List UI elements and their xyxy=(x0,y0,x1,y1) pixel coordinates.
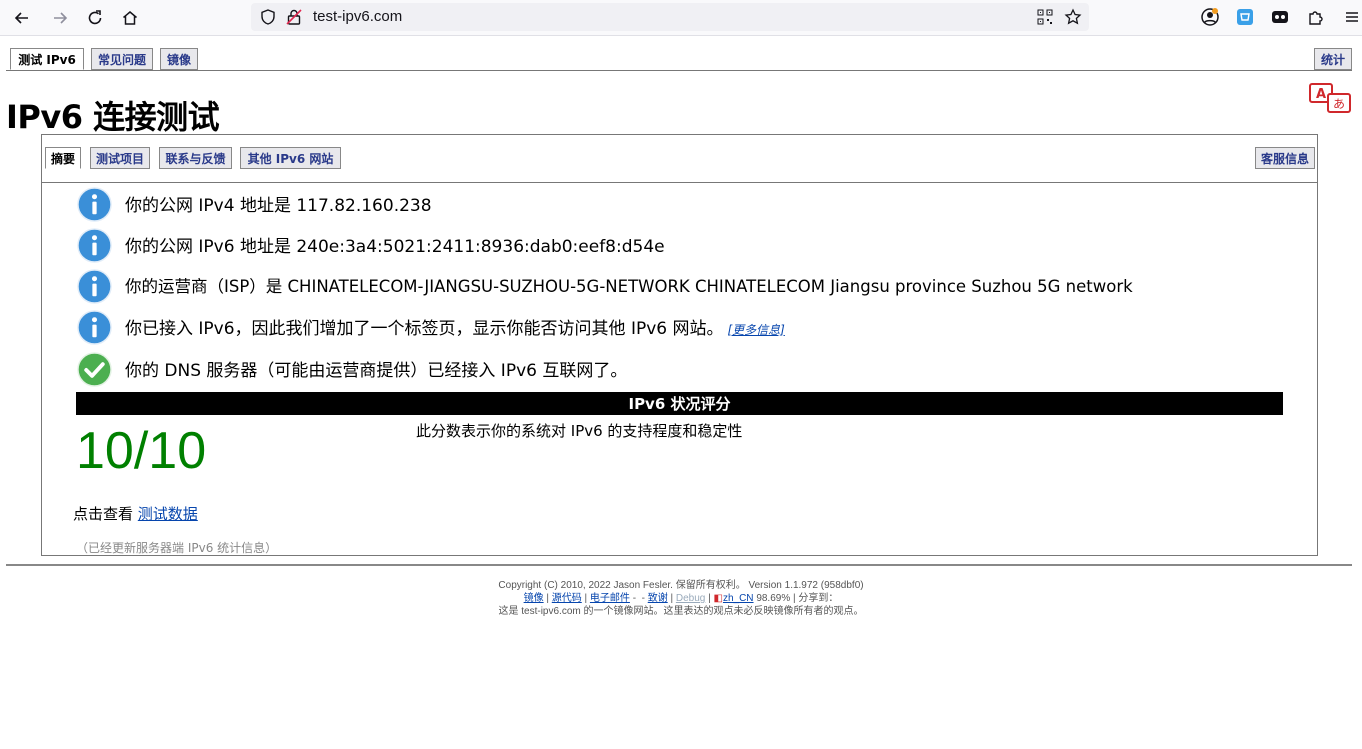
bookmark-star-icon[interactable] xyxy=(1064,8,1082,26)
top-tabs-divider xyxy=(6,70,1352,71)
back-button[interactable] xyxy=(9,5,35,31)
subtabs-divider xyxy=(42,182,1317,183)
info-text: 你已接入 IPv6，因此我们增加了一个标签页，显示你能否访问其他 IPv6 网站… xyxy=(125,319,724,339)
info-icon xyxy=(77,187,112,222)
info-icon xyxy=(77,310,112,345)
tab-stats[interactable]: 统计 xyxy=(1314,48,1352,70)
menu-button[interactable] xyxy=(1340,5,1362,29)
insecure-lock-icon[interactable] xyxy=(285,8,303,26)
check-icon xyxy=(77,352,112,387)
info-text: 你的公网 IPv6 地址是 240e:3a4:5021:2411:8936:da… xyxy=(125,237,665,257)
footer-mirror-note: 这是 test-ipv6.com 的一个镜像网站。这里表达的观点未必反映镜像所有… xyxy=(498,606,864,617)
url-text[interactable]: test-ipv6.com xyxy=(313,8,402,25)
page-title: IPv6 连接测试 xyxy=(6,98,220,136)
footer-divider xyxy=(6,564,1352,566)
qr-code-icon[interactable] xyxy=(1036,8,1054,26)
shopping-extension-icon xyxy=(1237,9,1253,25)
home-icon xyxy=(123,11,137,25)
subtab-contact[interactable]: 联系与反馈 xyxy=(159,147,232,169)
home-button[interactable] xyxy=(117,5,143,31)
puzzle-icon xyxy=(1309,11,1323,25)
extensions-button[interactable] xyxy=(1304,5,1328,29)
account-icon xyxy=(1201,8,1219,26)
extension-shopping-button[interactable] xyxy=(1233,5,1257,29)
info-text: 你的公网 IPv4 地址是 117.82.160.238 xyxy=(125,196,432,216)
reload-button[interactable] xyxy=(82,5,108,31)
url-bar[interactable]: test-ipv6.com xyxy=(251,3,1089,31)
extension-mask-button[interactable] xyxy=(1268,5,1292,29)
test-data-link[interactable]: 测试数据 xyxy=(138,505,198,523)
subtab-support-info[interactable]: 客服信息 xyxy=(1255,147,1315,169)
score-header: IPv6 状况评分 xyxy=(76,392,1283,415)
forward-button[interactable] xyxy=(47,5,73,31)
subtab-tests[interactable]: 测试项目 xyxy=(90,147,150,169)
subtab-summary[interactable]: 摘要 xyxy=(45,147,81,169)
info-text-with-link: 你已接入 IPv6，因此我们增加了一个标签页，显示你能否访问其他 IPv6 网站… xyxy=(125,314,785,339)
tab-mirrors[interactable]: 镜像 xyxy=(160,48,198,70)
info-icon xyxy=(77,269,112,304)
score-description: 此分数表示你的系统对 IPv6 的支持程度和稳定性 xyxy=(416,422,743,440)
forward-arrow-icon xyxy=(54,12,68,24)
account-button[interactable] xyxy=(1198,5,1222,29)
tab-faq[interactable]: 常见问题 xyxy=(91,48,153,70)
score-value: 10/10 xyxy=(76,422,207,480)
test-data-line: 点击查看 测试数据 xyxy=(73,503,198,524)
tab-test-ipv6[interactable]: 测试 IPv6 xyxy=(10,48,84,70)
svg-text:A: A xyxy=(1316,87,1326,102)
svg-text:あ: あ xyxy=(1333,97,1345,111)
info-text: 你的运营商（ISP）是 CHINATELECOM-JIANGSU-SUZHOU-… xyxy=(125,277,1133,296)
translate-icon[interactable]: A あ xyxy=(1308,82,1354,116)
back-arrow-icon xyxy=(14,12,28,24)
info-icon xyxy=(77,228,112,263)
mask-extension-icon xyxy=(1272,11,1288,23)
browser-toolbar: test-ipv6.com xyxy=(0,0,1362,36)
stats-updated-note: （已经更新服务器端 IPv6 统计信息） xyxy=(76,541,278,555)
more-info-link[interactable]: [更多信息] xyxy=(728,323,785,337)
reload-icon xyxy=(88,10,102,25)
subtab-other-ipv6-sites[interactable]: 其他 IPv6 网站 xyxy=(240,147,341,169)
info-text: 你的 DNS 服务器（可能由运营商提供）已经接入 IPv6 互联网了。 xyxy=(125,361,628,381)
hamburger-menu-icon xyxy=(1346,12,1358,22)
click-view-label: 点击查看 xyxy=(73,505,134,523)
shield-icon[interactable] xyxy=(259,8,277,26)
